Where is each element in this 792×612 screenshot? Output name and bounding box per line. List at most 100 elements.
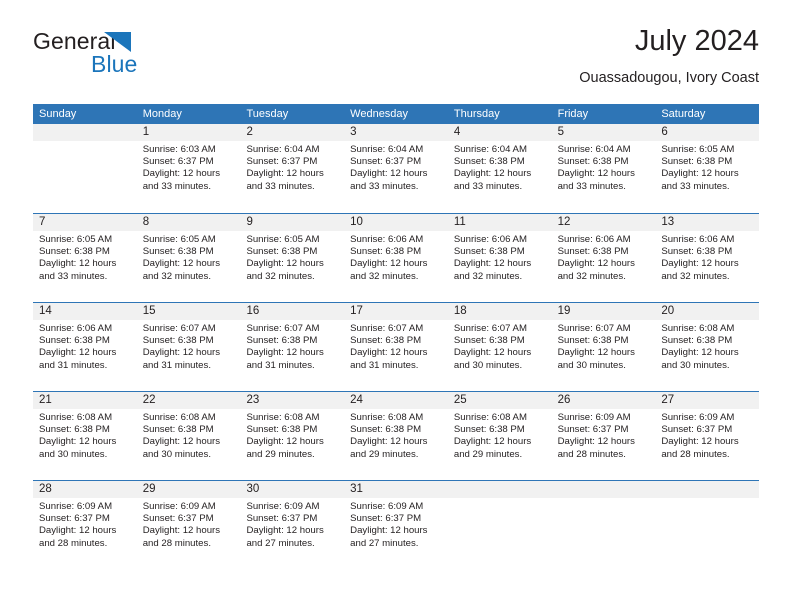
calendar-day-cell[interactable]: 1 Sunrise: 6:03 AM Sunset: 6:37 PM Daylight…: [136, 124, 241, 213]
sunset-text: Sunset: 6:38 PM: [246, 246, 318, 258]
daylight-text-line1: Daylight: 12 hours: [453, 347, 532, 359]
general-blue-logo[interactable]: General Blue: [33, 28, 273, 90]
calendar-day-cell[interactable]: 11 Sunrise: 6:06 AM Sunset: 6:38 PM Dayligh…: [447, 214, 552, 302]
calendar-day-cell[interactable]: 14 Sunrise: 6:06 AM Sunset: 6:38 PM Dayligh…: [33, 303, 137, 391]
sunrise-text: Sunrise: 6:07 AM: [557, 323, 631, 334]
day-number: 21: [39, 394, 52, 406]
day-number: 13: [661, 216, 675, 228]
sunrise-text: Sunrise: 6:08 AM: [246, 412, 320, 423]
day-number-band: 28: [33, 481, 137, 498]
day-number-band: 12: [551, 214, 656, 231]
day-number: 22: [142, 394, 156, 406]
daylight-text-line1: Daylight: 12 hours: [453, 258, 532, 270]
day-number-band: 7: [33, 214, 137, 231]
calendar-day-cell[interactable]: 21 Sunrise: 6:08 AM Sunset: 6:38 PM Dayligh…: [33, 392, 137, 480]
day-number-band: 6: [655, 124, 760, 141]
day-number: 10: [350, 216, 363, 228]
sunset-text: Sunset: 6:38 PM: [142, 335, 214, 347]
day-number-band: 20: [655, 303, 760, 320]
calendar-day-cell[interactable]: 9 Sunrise: 6:05 AM Sunset: 6:38 PM Daylight…: [240, 214, 345, 302]
day-number-band: 27: [655, 392, 760, 409]
calendar-day-cell[interactable]: 12 Sunrise: 6:06 AM Sunset: 6:38 PM Dayligh…: [551, 214, 656, 302]
calendar-day-cell[interactable]: 29 Sunrise: 6:09 AM Sunset: 6:37 PM Dayligh…: [136, 481, 241, 569]
calendar-day-cell[interactable]: 18 Sunrise: 6:07 AM Sunset: 6:38 PM Dayligh…: [447, 303, 552, 391]
calendar-day-cell[interactable]: 19 Sunrise: 6:07 AM Sunset: 6:38 PM Dayligh…: [551, 303, 656, 391]
day-sun-info: Sunrise: 6:06 AM Sunset: 6:38 PM Daylight:…: [655, 231, 759, 283]
day-number-band: 9: [240, 214, 345, 231]
day-sun-info: Sunrise: 6:03 AM Sunset: 6:37 PM Daylight:…: [137, 141, 241, 193]
day-number-band: 14: [33, 303, 137, 320]
sunrise-text: Sunrise: 6:09 AM: [557, 412, 631, 423]
daylight-text-line2: and 27 minutes.: [246, 537, 315, 549]
sunset-text: Sunset: 6:38 PM: [246, 335, 318, 347]
daylight-text-line2: and 33 minutes.: [246, 180, 315, 192]
daylight-text-line1: Daylight: 12 hours: [350, 258, 428, 270]
day-sun-info: Sunrise: 6:07 AM Sunset: 6:38 PM Daylight:…: [552, 320, 656, 372]
calendar-day-cell[interactable]: 5 Sunrise: 6:04 AM Sunset: 6:38 PM Daylight…: [551, 124, 656, 213]
sunrise-text: Sunrise: 6:06 AM: [453, 234, 527, 245]
day-number: 8: [142, 216, 150, 228]
calendar-page: General Blue July 2024 Ouassadougou, Ivo…: [0, 0, 792, 612]
day-sun-info: Sunrise: 6:04 AM Sunset: 6:38 PM Daylight:…: [552, 141, 656, 193]
calendar-week-row: 1 Sunrise: 6:03 AM Sunset: 6:37 PM Daylight…: [33, 124, 760, 213]
sunrise-text: Sunrise: 6:05 AM: [661, 144, 735, 155]
calendar-day-cell[interactable]: 17 Sunrise: 6:07 AM Sunset: 6:38 PM Dayligh…: [344, 303, 448, 391]
daylight-text-line1: Daylight: 12 hours: [661, 168, 739, 180]
day-number: 26: [557, 394, 571, 406]
sunset-text: Sunset: 6:38 PM: [661, 246, 733, 258]
sunrise-text: Sunrise: 6:04 AM: [453, 144, 527, 155]
calendar-day-cell[interactable]: 28 Sunrise: 6:09 AM Sunset: 6:37 PM Dayligh…: [33, 481, 137, 569]
weekday-header-friday: Friday: [557, 108, 589, 120]
sunset-text: Sunset: 6:37 PM: [39, 513, 110, 525]
sunrise-text: Sunrise: 6:08 AM: [39, 412, 113, 423]
calendar-day-cell[interactable]: 24 Sunrise: 6:08 AM Sunset: 6:38 PM Dayligh…: [344, 392, 448, 480]
sunrise-text: Sunrise: 6:06 AM: [350, 234, 424, 245]
calendar-day-cell[interactable]: 16 Sunrise: 6:07 AM Sunset: 6:38 PM Dayligh…: [240, 303, 345, 391]
sunrise-text: Sunrise: 6:03 AM: [142, 144, 216, 155]
sunrise-text: Sunrise: 6:07 AM: [246, 323, 320, 334]
calendar-day-cell[interactable]: 7 Sunrise: 6:05 AM Sunset: 6:38 PM Daylight…: [33, 214, 137, 302]
daylight-text-line1: Daylight: 12 hours: [661, 258, 739, 270]
page-subtitle: Ouassadougou, Ivory Coast: [579, 70, 759, 86]
calendar-day-cell[interactable]: 22 Sunrise: 6:08 AM Sunset: 6:38 PM Dayligh…: [136, 392, 241, 480]
day-number-band: 18: [447, 303, 552, 320]
weekday-header-row: Sunday Monday Tuesday Wednesday Thursday Frid…: [33, 104, 759, 124]
calendar-day-cell[interactable]: 25 Sunrise: 6:08 AM Sunset: 6:38 PM Dayligh…: [447, 392, 552, 480]
day-sun-info: Sunrise: 6:09 AM Sunset: 6:37 PM Daylight:…: [344, 498, 448, 550]
day-number: 12: [557, 216, 571, 228]
sunset-text: Sunset: 6:37 PM: [557, 424, 629, 436]
calendar-day-cell[interactable]: 30 Sunrise: 6:09 AM Sunset: 6:37 PM Dayligh…: [240, 481, 345, 569]
sunset-text: Sunset: 6:37 PM: [246, 156, 318, 168]
daylight-text-line2: and 33 minutes.: [557, 180, 626, 192]
calendar-day-cell[interactable]: 4 Sunrise: 6:04 AM Sunset: 6:38 PM Daylight…: [447, 124, 552, 213]
day-number-band: [655, 481, 760, 498]
daylight-text-line1: Daylight: 12 hours: [142, 258, 221, 270]
daylight-text-line1: Daylight: 12 hours: [453, 168, 532, 180]
sunset-text: Sunset: 6:38 PM: [142, 246, 214, 258]
calendar-day-cell[interactable]: 31 Sunrise: 6:09 AM Sunset: 6:37 PM Dayligh…: [344, 481, 448, 569]
day-number-band: 29: [136, 481, 241, 498]
daylight-text-line1: Daylight: 12 hours: [246, 525, 324, 537]
calendar-day-cell[interactable]: 27 Sunrise: 6:09 AM Sunset: 6:37 PM Dayligh…: [655, 392, 760, 480]
calendar-day-cell[interactable]: 15 Sunrise: 6:07 AM Sunset: 6:38 PM Dayligh…: [136, 303, 241, 391]
calendar-day-cell[interactable]: 2 Sunrise: 6:04 AM Sunset: 6:37 PM Daylight…: [240, 124, 345, 213]
calendar-day-cell[interactable]: 6 Sunrise: 6:05 AM Sunset: 6:38 PM Daylight…: [655, 124, 760, 213]
day-number: 15: [142, 305, 156, 317]
calendar-day-cell[interactable]: 20 Sunrise: 6:08 AM Sunset: 6:38 PM Dayligh…: [655, 303, 760, 391]
calendar-day-cell[interactable]: 23 Sunrise: 6:08 AM Sunset: 6:38 PM Dayligh…: [240, 392, 345, 480]
day-sun-info: Sunrise: 6:08 AM Sunset: 6:38 PM Daylight:…: [240, 409, 344, 461]
daylight-text-line2: and 32 minutes.: [142, 270, 211, 282]
day-sun-info: Sunrise: 6:08 AM Sunset: 6:38 PM Daylight:…: [448, 409, 552, 461]
day-sun-info: Sunrise: 6:07 AM Sunset: 6:38 PM Daylight:…: [344, 320, 448, 372]
day-number: 6: [661, 126, 668, 138]
sunrise-text: Sunrise: 6:07 AM: [350, 323, 424, 334]
calendar-day-cell[interactable]: 13 Sunrise: 6:06 AM Sunset: 6:38 PM Dayligh…: [655, 214, 760, 302]
daylight-text-line1: Daylight: 12 hours: [246, 168, 324, 180]
page-title: July 2024: [634, 25, 759, 57]
calendar-day-cell[interactable]: 3 Sunrise: 6:04 AM Sunset: 6:37 PM Daylight…: [344, 124, 448, 213]
day-sun-info: Sunrise: 6:07 AM Sunset: 6:38 PM Daylight:…: [137, 320, 241, 372]
calendar-day-cell[interactable]: 10 Sunrise: 6:06 AM Sunset: 6:38 PM Dayligh…: [344, 214, 448, 302]
calendar-day-cell[interactable]: 8 Sunrise: 6:05 AM Sunset: 6:38 PM Daylight…: [136, 214, 241, 302]
daylight-text-line2: and 30 minutes.: [557, 359, 626, 371]
calendar-day-cell[interactable]: 26 Sunrise: 6:09 AM Sunset: 6:37 PM Dayligh…: [551, 392, 656, 480]
